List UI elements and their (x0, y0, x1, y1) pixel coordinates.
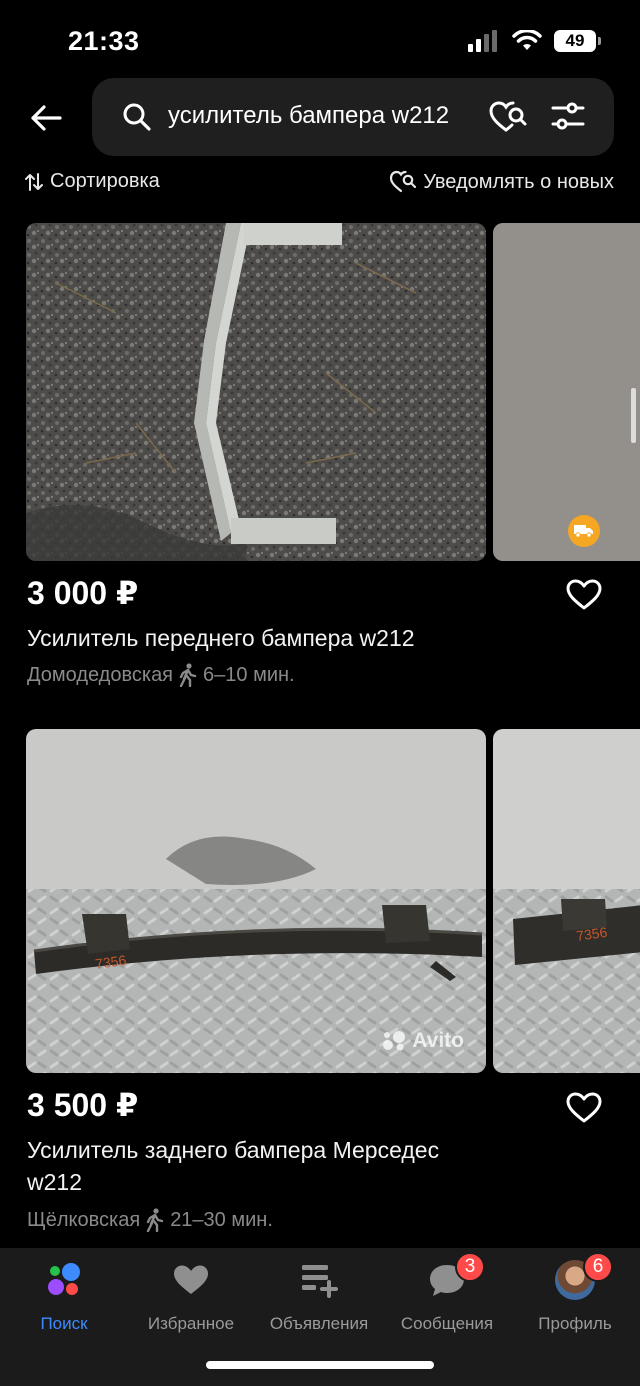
listing-price: 3 000 ₽ (27, 575, 139, 611)
avatar: 6 (555, 1252, 613, 1300)
bumper-photo-image: 7356 (26, 729, 486, 1073)
arrow-left-icon (31, 105, 62, 131)
gravel-photo-image (26, 223, 486, 561)
listing-photo[interactable] (26, 223, 486, 561)
tab-search[interactable]: Поиск (0, 1260, 128, 1340)
ads-list-icon (299, 1260, 339, 1300)
listing-title[interactable]: Усилитель заднего бампера Мерседес w212 (27, 1134, 497, 1198)
wifi-icon (512, 30, 542, 50)
bumper-photo-next-image: 7356 (493, 729, 640, 1073)
listing-photo-next[interactable]: 7356 (493, 729, 640, 1073)
listing-title[interactable]: Усилитель переднего бампера w212 (27, 622, 507, 654)
listing-card[interactable]: 7356 Avito 7356 3 500 ₽ Усилитель заднег… (0, 729, 640, 1239)
listing-location: Щёлковская 21–30 мин. (27, 1208, 273, 1232)
avito-logo-icon (383, 1031, 406, 1051)
profile-badge: 6 (583, 1252, 613, 1282)
heart-icon (171, 1260, 211, 1300)
concrete-photo-image (493, 223, 640, 561)
top-bar: усилитель бампера w212 (0, 78, 640, 158)
search-query[interactable]: усилитель бампера w212 (168, 102, 449, 130)
battery-icon: 49 (554, 30, 601, 52)
sort-label: Сортировка (50, 170, 160, 192)
tab-label: Объявления (269, 1314, 369, 1333)
walking-person-icon (146, 1208, 164, 1232)
listing-price: 3 500 ₽ (27, 1087, 139, 1123)
listing-photo[interactable]: 7356 Avito (26, 729, 486, 1073)
sort-arrows-icon (25, 172, 43, 191)
favorite-button[interactable] (562, 1086, 606, 1130)
cellular-signal-icon (468, 30, 497, 52)
filter-icon[interactable] (550, 100, 586, 132)
truck-icon (574, 525, 593, 538)
tab-messages[interactable]: 3 Сообщения (383, 1252, 511, 1340)
tab-profile[interactable]: 6 Профиль (511, 1252, 639, 1340)
heart-outline-icon (566, 579, 602, 610)
home-indicator[interactable] (206, 1361, 434, 1369)
tab-favorites[interactable]: Избранное (127, 1260, 255, 1340)
metro-station: Домодедовская (27, 663, 174, 686)
heart-search-icon (390, 170, 417, 193)
tab-label: Профиль (538, 1314, 612, 1333)
metro-station: Щёлковская (27, 1208, 141, 1231)
status-time: 21:33 (68, 26, 140, 56)
delivery-badge (568, 515, 600, 547)
sort-button[interactable]: Сортировка (24, 170, 160, 193)
notify-label: Уведомлять о новых (423, 170, 614, 193)
notify-new-button[interactable]: Уведомлять о новых (389, 170, 614, 194)
search-icon (123, 103, 151, 131)
favorite-button[interactable] (562, 573, 606, 617)
tab-label: Сообщения (400, 1314, 494, 1333)
walk-time: 6–10 мин. (203, 663, 295, 686)
tab-label: Поиск (40, 1314, 88, 1333)
tab-label: Избранное (147, 1314, 235, 1333)
status-bar: 21:33 49 (0, 0, 640, 80)
listing-card[interactable]: 3 000 ₽ Усилитель переднего бампера w212… (0, 223, 640, 703)
walking-person-icon (179, 663, 197, 687)
walk-time: 21–30 мин. (170, 1208, 273, 1231)
sort-row: Сортировка Уведомлять о новых (0, 166, 640, 202)
back-button[interactable] (22, 94, 70, 142)
status-icons: 49 (468, 30, 601, 52)
heart-outline-icon (566, 1092, 602, 1123)
watermark-text: Avito (412, 1029, 464, 1052)
search-input[interactable]: усилитель бампера w212 (92, 78, 614, 156)
save-search-icon[interactable] (488, 100, 528, 134)
listing-photo-next[interactable] (493, 223, 640, 561)
listing-location: Домодедовская 6–10 мин. (27, 663, 295, 687)
chat-bubble-icon: 3 (427, 1252, 485, 1300)
messages-badge: 3 (455, 1252, 485, 1282)
tab-ads[interactable]: Объявления (255, 1260, 383, 1340)
avito-logo-icon (44, 1260, 84, 1300)
avito-watermark: Avito (382, 1029, 464, 1053)
